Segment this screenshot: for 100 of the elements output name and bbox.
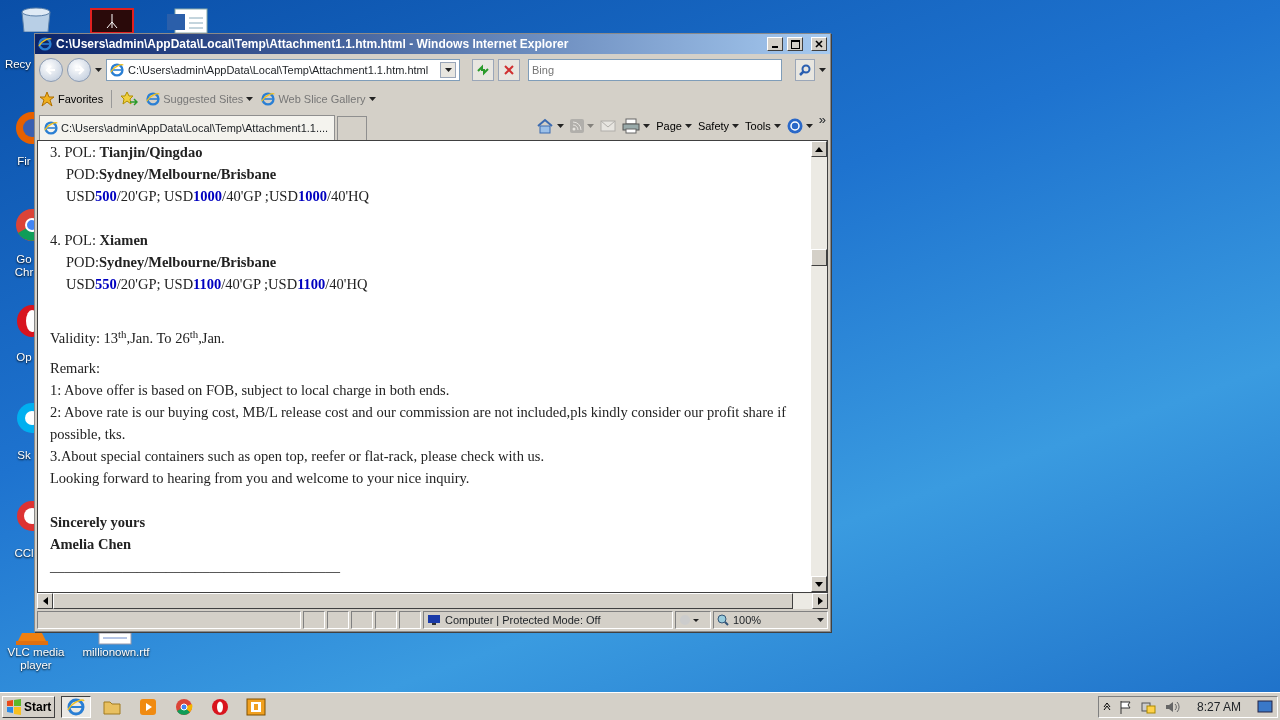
- windows-logo-icon: [6, 698, 22, 715]
- icon-label: Fir: [16, 155, 32, 168]
- scroll-up-button[interactable]: [811, 141, 827, 157]
- start-button[interactable]: Start: [2, 695, 56, 718]
- home-icon: [536, 118, 555, 134]
- scroll-thumb[interactable]: [811, 249, 827, 266]
- caret-icon: [444, 68, 452, 72]
- arrow-right-icon: [817, 597, 823, 605]
- menu-button[interactable]: Tools: [745, 117, 781, 135]
- scroll-down-button[interactable]: [811, 576, 827, 592]
- price-line: USD500/20'GP; USD1000/40'GP ;USD1000/40'HQ: [65, 187, 370, 206]
- text-line: 2: Above rate is our buying cost, MB/L release cost and our commission are not included,pls kindly consider our profit share if possible, tks.: [50, 403, 787, 444]
- text-line: Validity: 13$^{th}$,Jan. To 26$^{th}$,Jan.: [50, 326, 226, 348]
- text-line: 4. POL: Xiamen: [50, 231, 149, 250]
- menu-button[interactable]: Page: [656, 117, 692, 135]
- zoom-button[interactable]: 100%: [713, 611, 828, 629]
- text-line: POD:Sydney/Melbourne/Brisbane: [65, 165, 278, 184]
- search-button[interactable]: [795, 59, 815, 81]
- text-line: 3. POL: Tianjin/Qingdao: [50, 143, 204, 162]
- caret-icon[interactable]: [819, 68, 826, 72]
- price-line: USD550/20'GP; USD1100/40'GP ;USD1100/40'HQ: [65, 275, 369, 294]
- caret-icon: [817, 618, 824, 622]
- refresh-icon: [476, 64, 490, 76]
- overflow-button[interactable]: »: [818, 109, 826, 130]
- browser-icon: [38, 37, 52, 51]
- arrow-left-icon: [42, 597, 48, 605]
- help-button[interactable]: [786, 118, 813, 134]
- home-button[interactable]: [536, 118, 565, 134]
- forward-arrow-icon: [73, 64, 85, 76]
- arrow-down-icon: [815, 581, 823, 587]
- page-icon: [110, 63, 124, 77]
- volume-icon[interactable]: [1164, 699, 1181, 714]
- play-icon: [139, 697, 158, 716]
- square-icon: [246, 697, 267, 716]
- star-icon: [39, 91, 55, 107]
- text-line: 3.About special containers such as open top, reefer or flat-rack, please check with us.: [50, 447, 546, 466]
- back-arrow-icon: [45, 64, 57, 76]
- text-line: Looking forward to hearing from you and welcome to your nice inquiry.: [50, 469, 471, 488]
- arrow-up-icon: [815, 146, 823, 152]
- text-line: Remark:: [50, 359, 101, 378]
- browser-taskbar-button[interactable]: [61, 695, 92, 718]
- status-pane: [303, 611, 325, 629]
- page-icon: [44, 121, 58, 135]
- icon-label: Sk: [16, 449, 32, 462]
- printer-icon: [622, 118, 641, 134]
- icon-label: millionown.rtf: [81, 646, 151, 659]
- page-icon: [261, 92, 276, 106]
- maximize-button[interactable]: [787, 37, 803, 51]
- back-button[interactable]: [39, 58, 63, 82]
- caret-icon: [368, 97, 376, 101]
- magnifier-icon: [717, 614, 729, 626]
- document-icon[interactable]: [90, 8, 134, 33]
- window-title: C:\Users\admin\AppData\Local\Temp\Attachment1.1.htm.html - Windows Internet Explorer: [56, 36, 570, 53]
- status-pane: [351, 611, 373, 629]
- text-line: POD:Sydney/Melbourne/Brisbane: [65, 253, 278, 272]
- lock-icon: [679, 614, 701, 626]
- status-pane: [399, 611, 421, 629]
- browser-tab[interactable]: C:\Users\admin\AppData\Local\Temp\Attachment1.1....: [39, 115, 335, 140]
- favorites-button[interactable]: Favorites: [39, 90, 104, 108]
- text-line: Amelia Chen: [50, 535, 132, 554]
- help-icon: [786, 118, 803, 134]
- clock[interactable]: 8:27 AM: [1188, 697, 1249, 716]
- dropdown-button[interactable]: [440, 62, 456, 78]
- text-line: ________________________________________: [50, 557, 341, 576]
- zone-status: Computer | Protected Mode: Off: [423, 611, 673, 629]
- ring-icon: [211, 697, 230, 716]
- stop-button[interactable]: [498, 59, 520, 81]
- document-icon[interactable]: [165, 8, 209, 33]
- refresh-button[interactable]: [472, 59, 494, 81]
- icon-label: CCl: [14, 547, 34, 560]
- caret-icon: [246, 97, 254, 101]
- feed-icon: [570, 119, 585, 133]
- search-field[interactable]: Bing: [528, 59, 782, 81]
- close-icon: [815, 40, 823, 48]
- flag-icon[interactable]: [1118, 699, 1133, 714]
- address-field[interactable]: C:\Users\admin\AppData\Local\Temp\Attachment1.1.htm.html: [106, 59, 460, 81]
- browser-icon: [67, 697, 86, 716]
- printer-button[interactable]: [622, 118, 651, 134]
- envelope-icon: [600, 120, 617, 132]
- status-pane: [375, 611, 397, 629]
- show-desktop-icon[interactable]: [1257, 699, 1273, 714]
- security-button[interactable]: [675, 611, 711, 629]
- minimize-button[interactable]: [767, 37, 783, 51]
- caret-icon[interactable]: [95, 68, 102, 72]
- vertical-scrollbar[interactable]: [811, 141, 827, 592]
- chevron-icon[interactable]: [1102, 702, 1111, 711]
- scroll-right-button[interactable]: [812, 593, 828, 609]
- folder-icon: [103, 698, 122, 715]
- close-icon: [504, 65, 514, 75]
- search-icon: [799, 64, 811, 76]
- menu-button[interactable]: Safety: [697, 117, 740, 135]
- icon-label: Go Chr: [14, 253, 34, 279]
- close-button[interactable]: [811, 37, 827, 51]
- document-icon[interactable]: [97, 633, 133, 645]
- scroll-left-button[interactable]: [37, 593, 53, 609]
- icon-label: Recy: [3, 58, 33, 71]
- page-icon: [146, 92, 161, 106]
- text-line: 1: Above offer is based on FOB, subject to local charge in both ends.: [50, 381, 451, 400]
- status-pane: [327, 611, 349, 629]
- trash-can-icon[interactable]: [18, 6, 54, 32]
